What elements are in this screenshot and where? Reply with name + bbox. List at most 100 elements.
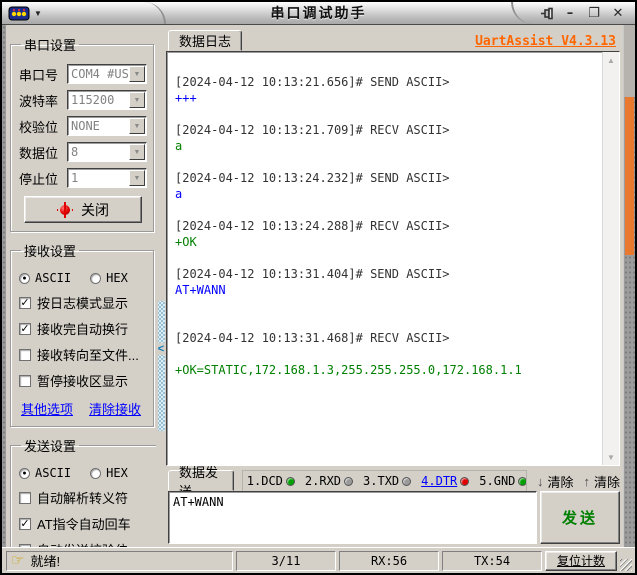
- rx-count-panel: RX:56: [339, 550, 439, 571]
- pin-led-icon: [460, 476, 470, 486]
- clear-receive-link[interactable]: 清除接收: [89, 399, 141, 418]
- frame-count-panel: 3/11: [236, 550, 336, 571]
- receive-option-row: 暂停接收区显示: [19, 371, 147, 390]
- checkbox-label: 自动解析转义符: [37, 491, 129, 506]
- send-hex-radio[interactable]: [90, 467, 102, 479]
- pin-label[interactable]: 1.DCD: [247, 474, 283, 488]
- status-text: 就绪!: [30, 554, 61, 569]
- combo-arrow-icon[interactable]: ▼: [129, 170, 145, 186]
- send-settings-group: 发送设置 ● ASCII HEX 自动解析转义符 ✓ AT指令自动回车: [10, 436, 156, 547]
- port-select[interactable]: COM4 #USB ▼: [67, 64, 147, 84]
- send-ascii-label: ASCII: [35, 466, 72, 480]
- pin-label[interactable]: 5.GND: [479, 474, 515, 488]
- recv-hex-label: HEX: [106, 271, 128, 285]
- checkbox-label: 暂停接收区显示: [37, 374, 129, 389]
- splitter-grip[interactable]: [157, 355, 165, 431]
- ready-hand-icon: ☞: [11, 552, 25, 569]
- checkbox[interactable]: ✓: [19, 322, 31, 335]
- combo-arrow-icon[interactable]: ▼: [129, 66, 145, 82]
- window-right-border: [623, 25, 635, 547]
- pin-label[interactable]: 4.DTR: [421, 474, 457, 488]
- log-text: [2024-04-12 10:13:21.656]# SEND ASCII> +…: [167, 52, 602, 465]
- databits-select[interactable]: 8 ▼: [67, 142, 147, 162]
- settings-sidebar: 串口设置 串口号 COM4 #USB ▼ 波特率 115200 ▼ 校验位 NO…: [6, 25, 156, 547]
- checkbox[interactable]: [19, 348, 31, 361]
- databits-label: 数据位: [19, 145, 59, 161]
- scroll-up-icon[interactable]: ▲: [603, 52, 619, 68]
- combo-arrow-icon[interactable]: ▼: [129, 118, 145, 134]
- maximize-button[interactable]: ❐: [585, 5, 603, 21]
- tab-data-send[interactable]: 数据发送: [168, 466, 234, 491]
- stopbits-select[interactable]: 1 ▼: [67, 168, 147, 188]
- send-ascii-radio[interactable]: ●: [19, 467, 30, 479]
- log-line: [2024-04-12 10:13:31.468]# RECV ASCII>: [175, 331, 450, 345]
- data-log-area[interactable]: [2024-04-12 10:13:21.656]# SEND ASCII> +…: [166, 51, 620, 466]
- log-line: [2024-04-12 10:13:31.404]# SEND ASCII>: [175, 267, 450, 281]
- collapse-sidebar-icon[interactable]: <: [158, 343, 164, 355]
- stopbits-value: 1: [71, 171, 79, 185]
- minimize-button[interactable]: –: [561, 5, 579, 21]
- port-value: COM4 #USB: [71, 67, 137, 81]
- splitter-grip[interactable]: [157, 301, 165, 343]
- checkbox-label: 接收转向至文件...: [37, 348, 139, 363]
- send-data-input[interactable]: AT+WANN: [168, 491, 537, 544]
- log-scrollbar[interactable]: ▲ ▼: [602, 52, 619, 465]
- other-options-link[interactable]: 其他选项: [21, 399, 73, 418]
- clear-down-arrow-icon: ↓: [536, 474, 544, 489]
- clear-receive-label: 清除: [547, 475, 574, 490]
- close-window-button[interactable]: ✕: [609, 5, 627, 21]
- baud-select[interactable]: 115200 ▼: [67, 90, 147, 110]
- version-link[interactable]: UartAssist V4.3.13: [475, 34, 616, 51]
- scroll-down-icon[interactable]: ▼: [603, 449, 619, 465]
- resize-grip[interactable]: [620, 559, 632, 571]
- checkbox[interactable]: ✓: [19, 517, 31, 530]
- send-hex-label: HEX: [106, 466, 128, 480]
- parity-select[interactable]: NONE ▼: [67, 116, 147, 136]
- receive-options-list: ✓ 按日志模式显示 ✓ 接收完自动换行 接收转向至文件... 暂停接收区显示: [19, 293, 147, 390]
- pin-indicator: 3.TXD: [363, 474, 412, 488]
- recv-ascii-radio[interactable]: ●: [19, 272, 30, 284]
- checkbox[interactable]: [19, 374, 31, 387]
- parity-value: NONE: [71, 119, 100, 133]
- close-port-button[interactable]: 关闭: [24, 196, 142, 223]
- right-border-cap: [624, 25, 635, 97]
- checkbox[interactable]: [19, 491, 31, 504]
- receive-option-row: ✓ 按日志模式显示: [19, 293, 147, 312]
- log-line: +OK=STATIC,172.168.1.3,255.255.255.0,172…: [175, 363, 522, 377]
- log-line: [2024-04-12 10:13:24.288]# RECV ASCII>: [175, 219, 450, 233]
- checkbox[interactable]: ✓: [19, 296, 31, 309]
- pin-label[interactable]: 2.RXD: [305, 474, 341, 488]
- pin-label[interactable]: 3.TXD: [363, 474, 399, 488]
- sidebar-splitter[interactable]: <: [156, 25, 166, 547]
- combo-arrow-icon[interactable]: ▼: [129, 144, 145, 160]
- tab-data-log[interactable]: 数据日志: [168, 30, 243, 51]
- baud-label: 波特率: [19, 93, 59, 109]
- pin-on-top-icon[interactable]: [540, 6, 555, 21]
- pin-led-icon: [344, 476, 354, 486]
- clear-send-button[interactable]: ↑ 清除: [583, 472, 620, 491]
- pin-led-icon: [402, 476, 412, 486]
- log-line: AT+WANN: [175, 283, 226, 297]
- right-border-scroll-thumb[interactable]: [625, 97, 634, 255]
- checkbox-label: 自动发送校验位: [37, 540, 128, 547]
- clear-up-arrow-icon: ↑: [583, 474, 590, 489]
- send-button[interactable]: 发送: [540, 491, 620, 544]
- status-message-panel: ☞ 就绪!: [6, 550, 233, 571]
- send-settings-title: 发送设置: [24, 439, 77, 454]
- send-option-row: 自动发送校验位: [19, 540, 156, 547]
- send-option-row: ✓ AT指令自动回车: [19, 514, 156, 533]
- close-port-label: 关闭: [81, 201, 109, 218]
- serial-settings-title: 串口设置: [24, 38, 77, 53]
- log-line: [2024-04-12 10:13:24.232]# SEND ASCII>: [175, 171, 450, 185]
- recv-hex-radio[interactable]: [90, 272, 102, 284]
- reset-count-button[interactable]: 复位计数: [545, 550, 617, 571]
- log-line: a: [175, 187, 183, 201]
- clear-receive-button[interactable]: ↓ 清除: [537, 472, 574, 491]
- combo-arrow-icon[interactable]: ▼: [129, 92, 145, 108]
- pin-indicator: 4.DTR: [421, 474, 470, 488]
